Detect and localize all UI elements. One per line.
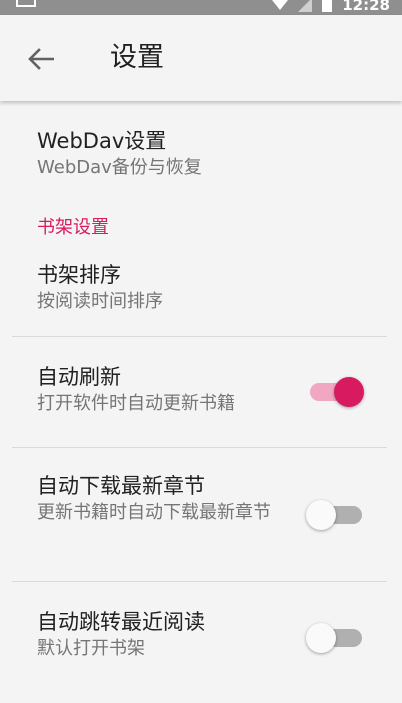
status-time: 12:28 [342,0,390,14]
back-button[interactable] [18,39,64,79]
signal-icon [298,0,313,12]
wifi-icon [272,0,289,10]
pref-auto-refresh[interactable]: 自动刷新 打开软件时自动更新书籍 [0,337,402,447]
pref-title: WebDav设置 [37,129,167,153]
pref-title: 自动跳转最近阅读 [37,610,205,634]
switch-thumb [306,500,336,530]
pref-bookshelf-sort[interactable]: 书架排序 按阅读时间排序 [0,255,402,336]
app-bar: 设置 [0,15,402,101]
auto-refresh-switch[interactable] [306,375,364,407]
battery-icon [322,0,333,12]
pref-webdav[interactable]: WebDav设置 WebDav备份与恢复 [0,101,402,213]
pref-title: 自动刷新 [37,365,121,389]
page-title: 设置 [110,42,164,73]
pref-summary: WebDav备份与恢复 [37,157,202,178]
pref-summary: 打开软件时自动更新书籍 [37,393,235,414]
arrow-left-icon [28,48,54,70]
notification-icon [16,0,36,7]
switch-thumb [306,623,336,653]
settings-screen: 12:28 设置 WebDav设置 WebDav备份与恢复 书架设置 书架排序 … [0,0,402,703]
pref-auto-download[interactable]: 自动下载最新章节 更新书籍时自动下载最新章节 [0,448,402,581]
pref-summary: 更新书籍时自动下载最新章节 [37,502,271,523]
auto-download-switch[interactable] [306,498,364,530]
category-bookshelf: 书架设置 [37,217,109,238]
pref-auto-jump[interactable]: 自动跳转最近阅读 默认打开书架 [0,582,402,672]
pref-summary: 按阅读时间排序 [37,291,163,312]
status-bar: 12:28 [0,0,402,15]
switch-thumb [334,377,364,407]
pref-title: 书架排序 [37,263,121,287]
pref-summary: 默认打开书架 [37,638,145,659]
auto-jump-switch[interactable] [306,621,364,653]
preference-list: WebDav设置 WebDav备份与恢复 书架设置 书架排序 按阅读时间排序 自… [0,101,402,672]
pref-title: 自动下载最新章节 [37,474,205,498]
